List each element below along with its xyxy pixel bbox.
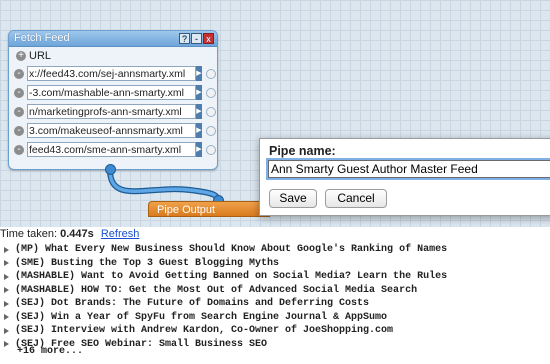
expand-triangle-icon[interactable]	[4, 287, 9, 294]
close-icon[interactable]: x	[203, 33, 214, 44]
minimize-icon[interactable]: -	[191, 33, 202, 44]
terminal-icon[interactable]	[206, 87, 216, 98]
terminal-icon[interactable]	[206, 106, 216, 117]
remove-url-icon[interactable]: -	[14, 87, 24, 98]
url-label: URL	[29, 50, 52, 62]
expand-triangle-icon[interactable]	[4, 327, 9, 334]
remove-url-icon[interactable]: -	[14, 68, 24, 79]
item-title: (SME) Busting the Top 3 Guest Blogging M…	[15, 257, 280, 269]
fetch-feed-module[interactable]: Fetch Feed ? - x + URL - x://feed43.com/…	[8, 30, 218, 170]
terminal-icon[interactable]	[206, 68, 216, 79]
time-taken-row: Time taken: 0.447s Refresh	[0, 228, 139, 240]
expand-triangle-icon[interactable]	[4, 273, 9, 280]
feed-url-input[interactable]: -3.com/mashable-ann-smarty.xml	[27, 85, 196, 100]
feed-row: - 3.com/makeuseof-annsmarty.xml ▶	[14, 122, 216, 139]
url-row: + URL	[16, 50, 51, 62]
list-item[interactable]: (MASHABLE) HOW TO: Get the Most Out of A…	[4, 284, 447, 298]
item-title: (SEJ) Dot Brands: The Future of Domains …	[15, 298, 370, 309]
pipe-output-label: Pipe Output	[157, 204, 216, 216]
module-title-bar[interactable]: Fetch Feed ? - x	[9, 31, 217, 47]
feed-row: - x://feed43.com/sej-annsmarty.xml ▶	[14, 65, 216, 82]
feed-url-input[interactable]: feed43.com/sme-ann-smarty.xml	[27, 142, 196, 157]
time-taken-label: Time taken:	[0, 228, 58, 240]
save-button[interactable]: Save	[269, 189, 317, 208]
expand-triangle-icon[interactable]	[4, 246, 9, 253]
feed-expand-arrow-icon[interactable]: ▶	[196, 123, 202, 138]
list-item[interactable]: (SME) Busting the Top 3 Guest Blogging M…	[4, 257, 447, 271]
feed-expand-arrow-icon[interactable]: ▶	[196, 66, 202, 81]
pipe-name-input[interactable]	[268, 160, 550, 178]
time-taken-value: 0.447s	[60, 228, 94, 240]
terminal-icon[interactable]	[206, 144, 216, 155]
list-item[interactable]: (MP) What Every New Business Should Know…	[4, 243, 447, 257]
feed-expand-arrow-icon[interactable]: ▶	[196, 85, 202, 100]
remove-url-icon[interactable]: -	[14, 106, 24, 117]
feed-row: - n/marketingprofs-ann-smarty.xml ▶	[14, 103, 216, 120]
expand-triangle-icon[interactable]	[4, 341, 9, 348]
list-item[interactable]: (SEJ) Dot Brands: The Future of Domains …	[4, 297, 447, 311]
item-title: (SEJ) Win a Year of SpyFu from Search En…	[15, 311, 388, 323]
list-item[interactable]: (SEJ) Interview with Andrew Kardon, Co-O…	[4, 324, 447, 338]
feed-url-input[interactable]: x://feed43.com/sej-annsmarty.xml	[27, 66, 196, 81]
remove-url-icon[interactable]: -	[14, 125, 24, 136]
more-items-label[interactable]: +16 more...	[17, 346, 83, 357]
expand-triangle-icon[interactable]	[4, 300, 9, 307]
help-icon[interactable]: ?	[179, 33, 190, 44]
remove-url-icon[interactable]: -	[14, 144, 24, 155]
item-title: (MASHABLE) HOW TO: Get the Most Out of A…	[15, 284, 418, 296]
list-item[interactable]: (SEJ) Win a Year of SpyFu from Search En…	[4, 311, 447, 325]
feed-row: - feed43.com/sme-ann-smarty.xml ▶	[14, 141, 216, 158]
item-title: (MP) What Every New Business Should Know…	[15, 244, 448, 255]
output-item-list: (MP) What Every New Business Should Know…	[4, 243, 447, 351]
item-title: (MASHABLE) Want to Avoid Getting Banned …	[15, 271, 448, 282]
terminal-icon[interactable]	[206, 125, 216, 136]
feed-url-input[interactable]: 3.com/makeuseof-annsmarty.xml	[27, 123, 196, 138]
pipe-name-label: Pipe name:	[269, 144, 336, 158]
pipe-output-module[interactable]: Pipe Output	[148, 201, 270, 217]
expand-triangle-icon[interactable]	[4, 314, 9, 321]
feed-row: - -3.com/mashable-ann-smarty.xml ▶	[14, 84, 216, 101]
list-item[interactable]: (MASHABLE) Want to Avoid Getting Banned …	[4, 270, 447, 284]
item-title: (SEJ) Interview with Andrew Kardon, Co-O…	[15, 325, 394, 336]
refresh-link[interactable]: Refresh	[101, 228, 140, 240]
expand-triangle-icon[interactable]	[4, 260, 9, 267]
feed-url-input[interactable]: n/marketingprofs-ann-smarty.xml	[27, 104, 196, 119]
feed-expand-arrow-icon[interactable]: ▶	[196, 104, 202, 119]
feed-expand-arrow-icon[interactable]: ▶	[196, 142, 202, 157]
cancel-button[interactable]: Cancel	[325, 189, 387, 208]
pipe-editor-canvas[interactable]: Fetch Feed ? - x + URL - x://feed43.com/…	[0, 0, 550, 227]
module-title: Fetch Feed	[14, 32, 70, 44]
add-url-icon[interactable]: +	[16, 51, 26, 61]
save-pipe-dialog: Pipe name: Save Cancel	[259, 138, 550, 216]
module-output-connector[interactable]	[105, 164, 116, 175]
